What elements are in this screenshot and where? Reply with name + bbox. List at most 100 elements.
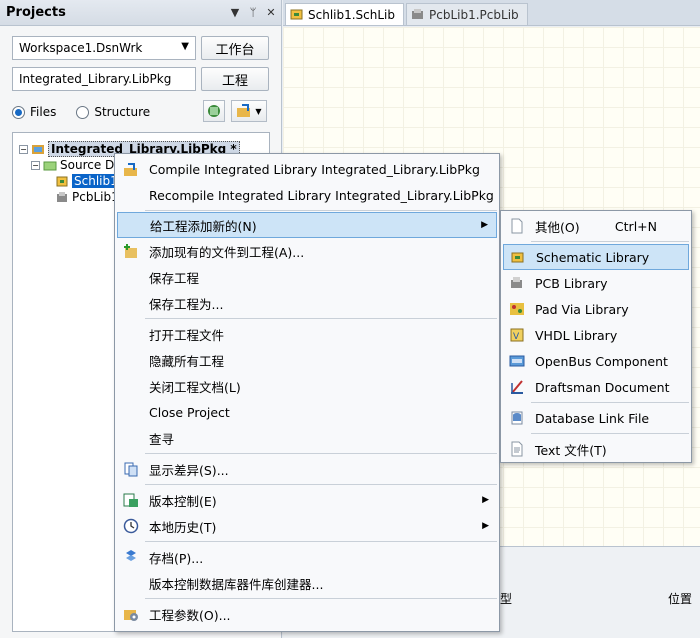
submenu-item-label: VHDL Library	[535, 327, 618, 343]
component-icon[interactable]	[203, 100, 225, 122]
project-button[interactable]: 工程	[201, 67, 269, 91]
submenu-item-pcb-library[interactable]: PCB Library	[503, 270, 689, 296]
menu-item-label: 隐藏所有工程	[149, 353, 225, 369]
submenu-arrow-icon: ▶	[482, 495, 489, 505]
submenu-item-database-link-file[interactable]: Database Link File	[503, 405, 689, 431]
pad-via-library-icon	[510, 303, 524, 315]
submenu-item-openbus-component[interactable]: OpenBus Component	[503, 348, 689, 374]
menu-separator	[145, 453, 497, 454]
structure-radio-label: Structure	[94, 105, 151, 119]
menu-item-label: 版本控制数据库器件库创建器...	[149, 576, 324, 592]
menu-item-compile[interactable]: Compile Integrated Library Integrated_Li…	[117, 156, 497, 182]
menu-item-project-options[interactable]: 工程参数(O)...	[117, 601, 497, 627]
menu-item-db-library-builder[interactable]: 版本控制数据库器件库创建器...	[117, 570, 497, 596]
submenu-item-label: PCB Library	[535, 275, 608, 291]
tab-schlib-label: Schlib1.SchLib	[308, 7, 396, 22]
menu-item-local-history[interactable]: 本地历史(T) ▶	[117, 513, 497, 539]
submenu-item-label: Pad Via Library	[535, 301, 629, 317]
menu-item-label: 查寻	[149, 431, 175, 447]
submenu-item-schematic-library[interactable]: Schematic Library	[503, 244, 689, 270]
panel-header: Projects ▼ ᛘ ✕	[0, 0, 281, 26]
menu-separator	[145, 210, 497, 211]
menu-item-label: 添加现有的文件到工程(A)...	[149, 244, 305, 260]
collapse-icon[interactable]: −	[31, 160, 40, 170]
panel-menu-icon[interactable]: ▼	[227, 6, 243, 19]
menu-item-add-existing[interactable]: 添加现有的文件到工程(A)...	[117, 238, 497, 264]
submenu-item-label: OpenBus Component	[535, 353, 668, 369]
tree-pcblib-label: PcbLib1	[72, 190, 119, 204]
submenu-item-text-file[interactable]: Text 文件(T)	[503, 436, 689, 462]
submenu-item-draftsman-document[interactable]: Draftsman Document	[503, 374, 689, 400]
open-folder-icon[interactable]: ▼	[231, 100, 267, 122]
menu-item-add-new[interactable]: 给工程添加新的(N) ▶	[117, 212, 497, 238]
tree-row-pcblib[interactable]: PcbLib1	[55, 189, 119, 205]
menu-separator	[145, 318, 497, 319]
project-field[interactable]: Integrated_Library.LibPkg	[12, 67, 196, 91]
menu-item-show-differences[interactable]: 显示差异(S)...	[117, 456, 497, 482]
menu-item-hide-all-projects[interactable]: 隐藏所有工程	[117, 347, 497, 373]
menu-item-label: Close Project	[149, 404, 230, 420]
menu-item-label: 打开工程文件	[149, 327, 225, 343]
add-file-icon	[124, 244, 137, 258]
tree-row-schlib[interactable]: Schlib1	[55, 173, 120, 189]
column-header-position[interactable]: 位置	[668, 588, 692, 608]
menu-item-label: Recompile Integrated Library Integrated_…	[149, 187, 494, 203]
pcblib-icon	[412, 9, 424, 19]
submenu-item-vhdl-library[interactable]: V VHDL Library	[503, 322, 689, 348]
version-control-icon	[123, 493, 138, 507]
compile-icon	[124, 163, 137, 176]
column-header-type[interactable]: 型	[500, 588, 512, 608]
folder-icon	[43, 161, 57, 171]
workspace-dropdown[interactable]: Workspace1.DsnWrk ▼	[12, 36, 196, 60]
close-icon[interactable]: ✕	[263, 6, 279, 19]
menu-item-label: 关闭工程文档(L)	[149, 379, 241, 395]
panel-title: Projects	[6, 5, 66, 20]
draftsman-icon	[511, 380, 523, 394]
submenu-item-label: Draftsman Document	[535, 379, 670, 395]
shortcut-label: Ctrl+N	[614, 218, 657, 234]
tab-schlib[interactable]: Schlib1.SchLib	[285, 3, 405, 25]
files-radio[interactable]	[12, 105, 25, 119]
structure-radio[interactable]	[76, 105, 90, 119]
submenu-arrow-icon: ▶	[482, 521, 489, 531]
menu-item-save-project-as[interactable]: 保存工程为...	[117, 290, 497, 316]
pcblib-icon	[57, 192, 67, 202]
pcb-library-icon	[511, 277, 522, 288]
archive-icon	[126, 550, 136, 561]
tree-source-docs-label: Source Do	[60, 158, 122, 172]
menu-item-label: 给工程添加新的(N)	[150, 218, 257, 234]
tree-schlib-label: Schlib1	[72, 174, 120, 188]
openbus-icon	[509, 355, 525, 367]
menu-item-archive[interactable]: 存档(P)...	[117, 544, 497, 570]
diff-icon	[124, 462, 138, 477]
menu-separator	[145, 598, 497, 599]
submenu-item-other[interactable]: 其他(O) Ctrl+N	[503, 213, 689, 239]
menu-item-open-project-file[interactable]: 打开工程文件	[117, 321, 497, 347]
history-icon	[123, 518, 139, 534]
menu-item-search[interactable]: 查寻	[117, 425, 497, 451]
menu-item-label: Compile Integrated Library Integrated_Li…	[149, 161, 480, 177]
project-options-icon	[124, 610, 138, 621]
tab-pcblib[interactable]: PcbLib1.PcbLib	[406, 3, 528, 25]
pin-icon[interactable]: ᛘ	[245, 6, 261, 19]
submenu-item-pad-via-library[interactable]: Pad Via Library	[503, 296, 689, 322]
submenu-arrow-icon: ▶	[481, 220, 488, 230]
workspace-button[interactable]: 工作台	[201, 36, 269, 60]
menu-item-label: 保存工程为...	[149, 296, 224, 312]
menu-separator	[145, 541, 497, 542]
menu-item-label: 显示差异(S)...	[149, 462, 229, 478]
menu-item-version-control[interactable]: 版本控制(E) ▶	[117, 487, 497, 513]
menu-item-close-project[interactable]: Close Project	[117, 399, 497, 425]
collapse-icon[interactable]: −	[19, 144, 28, 154]
schlib-icon	[56, 176, 68, 187]
schematic-library-icon	[511, 252, 524, 263]
tree-row-source-docs[interactable]: − Source Do	[31, 157, 122, 173]
menu-item-recompile[interactable]: Recompile Integrated Library Integrated_…	[117, 182, 497, 208]
menu-item-save-project[interactable]: 保存工程	[117, 264, 497, 290]
document-tabs: Schlib1.SchLib PcbLib1.PcbLib	[283, 0, 700, 26]
menu-item-label: 保存工程	[149, 270, 200, 286]
chevron-down-icon: ▼	[255, 106, 262, 116]
menu-item-close-project-docs[interactable]: 关闭工程文档(L)	[117, 373, 497, 399]
menu-item-label: 存档(P)...	[149, 550, 204, 566]
text-file-icon	[511, 441, 523, 457]
